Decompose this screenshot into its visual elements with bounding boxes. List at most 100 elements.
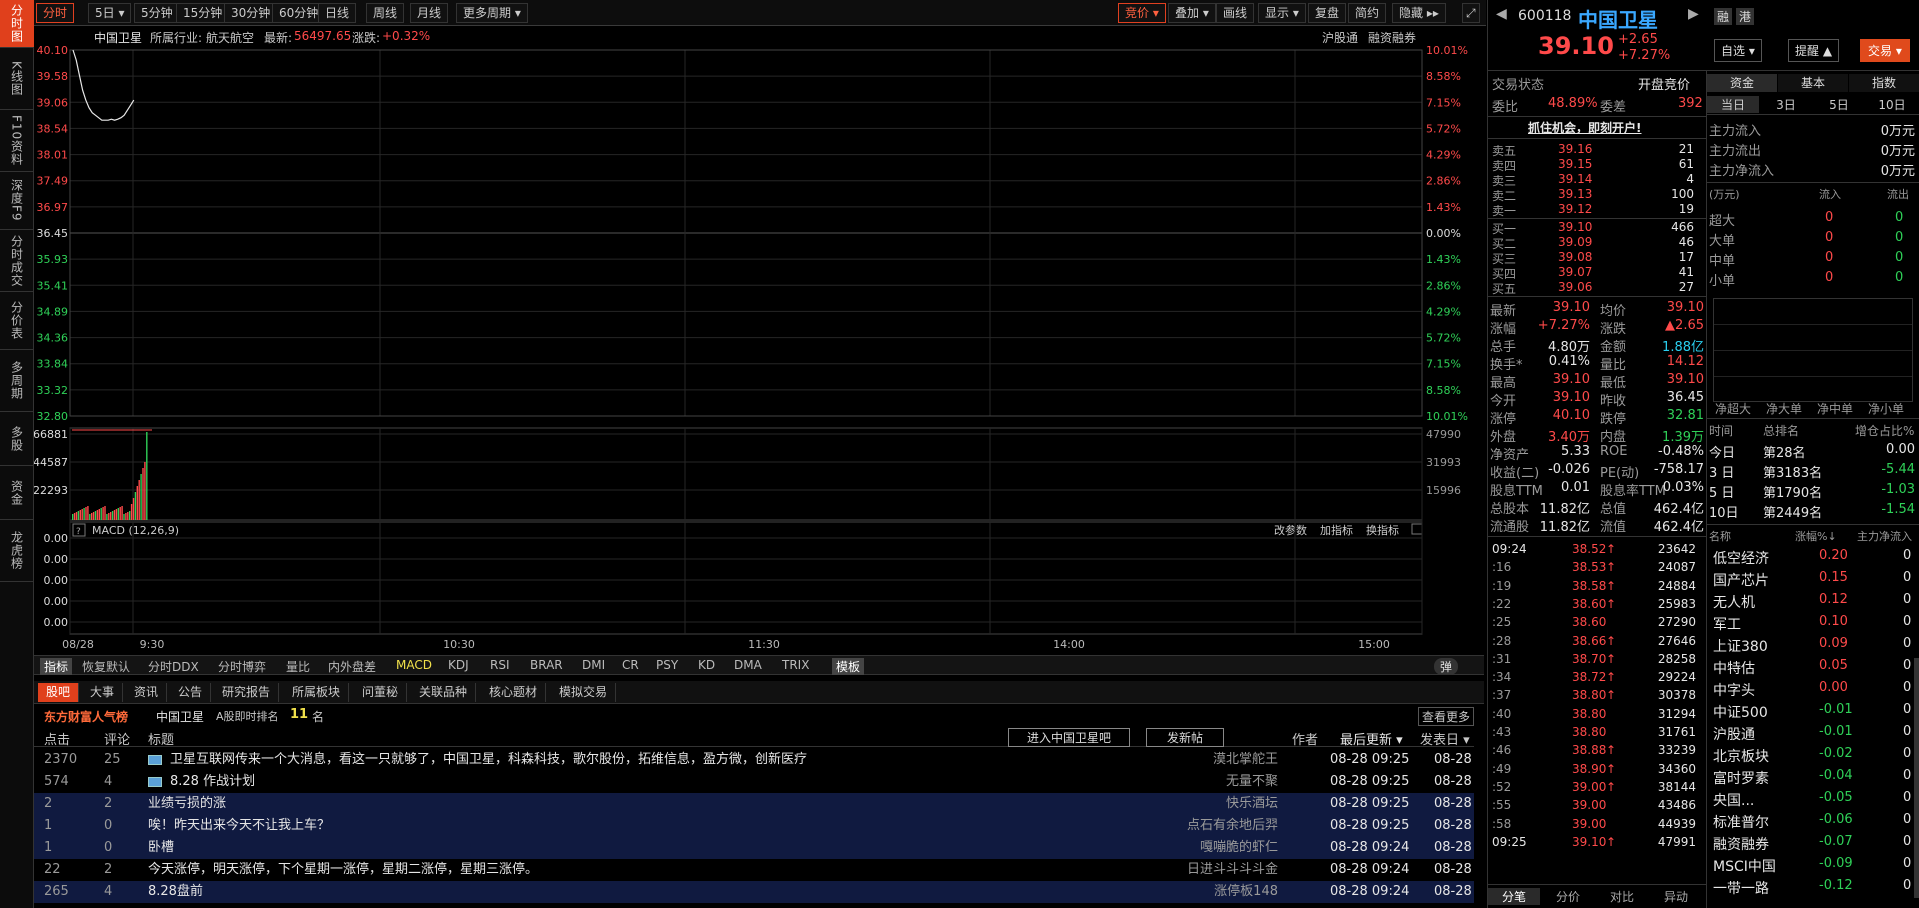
left-tab-1[interactable]: K线图 <box>0 48 34 110</box>
indicator-16[interactable]: 模板 <box>832 658 865 675</box>
news-tab-8[interactable]: 核心题材 <box>481 683 547 702</box>
news-title[interactable]: 卧槽 <box>148 837 174 859</box>
tick-tab-3[interactable]: 异动 <box>1650 888 1702 905</box>
indicator-2[interactable]: 分时DDX <box>148 658 199 675</box>
news-title[interactable]: 唉！昨天出来今天不让我上车？ <box>148 815 330 837</box>
toolbar-item-1[interactable]: 5日 ▾ <box>88 3 132 23</box>
toolbar-right-item-0[interactable]: 竞价 ▾ <box>1118 3 1166 23</box>
left-tab-2[interactable]: F10资料 <box>0 110 34 172</box>
left-tab-0[interactable]: 分时图 <box>0 0 34 48</box>
fund-tab-2[interactable]: 指数 <box>1849 74 1919 92</box>
left-tab-6[interactable]: 多周期 <box>0 350 34 412</box>
macd-close-icon[interactable] <box>1411 523 1423 535</box>
tick-tab-2[interactable]: 对比 <box>1596 888 1648 905</box>
news-tab-4[interactable]: 研究报告 <box>214 683 280 702</box>
indicator-3[interactable]: 分时博弈 <box>218 658 266 675</box>
news-author[interactable]: 点石有余地后羿 <box>1187 815 1278 837</box>
indicator-1[interactable]: 恢复默认 <box>82 658 130 675</box>
intraday-chart[interactable]: 40.10 10.01% 39.58 8.58% 39.06 7.15% 38.54 5.72… <box>34 44 1484 656</box>
news-tab-6[interactable]: 问董秘 <box>354 683 408 702</box>
news-author[interactable]: 嘎嘣脆的虾仁 <box>1200 837 1278 859</box>
news-title[interactable]: 业绩亏损的涨 <box>148 793 226 815</box>
news-title[interactable]: 今天涨停，明天涨停，下个星期一涨停，星期二涨停，星期三涨停。 <box>148 859 538 881</box>
open-account-promo[interactable]: 抓住机会，即刻开户! <box>1528 119 1641 136</box>
left-tab-8[interactable]: 资金 <box>0 466 34 520</box>
news-title[interactable]: 卫星互联网传来一个大消息，看这一只就够了，中国卫星，科森科技，歌尔股份，拓维信息… <box>170 749 807 771</box>
sector-name[interactable]: 低空经济 <box>1713 548 1769 568</box>
toolbar-item-8[interactable]: 月线 <box>410 3 449 23</box>
sector-name[interactable]: 国产芯片 <box>1713 570 1769 590</box>
indicator-12[interactable]: PSY <box>656 658 678 672</box>
col-posted[interactable]: 发表日 ▾ <box>1420 729 1470 748</box>
news-tab-7[interactable]: 关联品种 <box>411 683 477 702</box>
left-tab-7[interactable]: 多股 <box>0 412 34 466</box>
popup-toggle[interactable]: 弹 <box>1434 658 1459 675</box>
toolbar-right-item-2[interactable]: 画线 <box>1216 3 1255 23</box>
fund-subtab-0[interactable]: 当日 <box>1707 96 1759 113</box>
toolbar-right-item-1[interactable]: 叠加 ▾ <box>1168 3 1216 23</box>
sector-name[interactable]: 富时罗素 <box>1713 768 1769 788</box>
enter-forum-button[interactable]: 进入中国卫星吧 <box>1008 728 1131 747</box>
toolbar-right-item-5[interactable]: 简约 <box>1348 3 1387 23</box>
sector-name[interactable]: 军工 <box>1713 614 1741 634</box>
macd-link-0[interactable]: 改参数 <box>1274 523 1307 537</box>
indicator-9[interactable]: BRAR <box>530 658 563 672</box>
news-tab-5[interactable]: 所属板块 <box>284 683 350 702</box>
alert-button[interactable]: 提醒 ▲ <box>1788 39 1840 62</box>
macd-link-1[interactable]: 加指标 <box>1320 523 1353 537</box>
news-row[interactable]: 265 4 8.28盘前 涨停板148 08-28 09:24 08-28 <box>34 881 1474 903</box>
toolbar-item-2[interactable]: 5分钟 <box>134 3 180 23</box>
fund-tab-1[interactable]: 基本 <box>1778 74 1848 92</box>
indicator-7[interactable]: KDJ <box>448 658 469 672</box>
indicator-0[interactable]: 指标 <box>40 658 73 675</box>
tick-tab-1[interactable]: 分价 <box>1542 888 1594 905</box>
toolbar-right-item-3[interactable]: 显示 ▾ <box>1258 3 1306 23</box>
trade-button[interactable]: 交易 ▾ <box>1860 39 1910 62</box>
news-title[interactable]: 8.28盘前 <box>148 881 203 903</box>
news-author[interactable]: 无量不聚 <box>1226 771 1278 793</box>
news-tab-1[interactable]: 大事 <box>82 683 124 702</box>
indicator-4[interactable]: 量比 <box>286 658 310 675</box>
indicator-13[interactable]: KD <box>698 658 715 672</box>
sector-name[interactable]: 中字头 <box>1713 680 1755 700</box>
news-row[interactable]: 22 2 今天涨停，明天涨停，下个星期一涨停，星期二涨停，星期三涨停。 日进斗斗斗斗金… <box>34 859 1474 881</box>
indicator-6[interactable]: MACD <box>396 658 432 672</box>
toolbar-right-item-4[interactable]: 复盘 <box>1308 3 1347 23</box>
sector-name[interactable]: 沪股通 <box>1713 724 1755 744</box>
news-author[interactable]: 日进斗斗斗斗金 <box>1187 859 1278 881</box>
news-tab-3[interactable]: 公告 <box>170 683 212 702</box>
indicator-5[interactable]: 内外盘差 <box>328 658 376 675</box>
news-author[interactable]: 漠北掌舵王 <box>1213 749 1278 771</box>
next-stock-icon[interactable]: ▶ <box>1688 6 1699 22</box>
news-author[interactable]: 快乐酒坛 <box>1226 793 1278 815</box>
sector-scrollbar[interactable] <box>1914 658 1919 898</box>
sector-name[interactable]: 一带一路 <box>1713 878 1769 898</box>
left-tab-5[interactable]: 分价表 <box>0 292 34 350</box>
indicator-11[interactable]: CR <box>622 658 639 672</box>
toolbar-item-9[interactable]: 更多周期 ▾ <box>456 3 528 23</box>
sector-name[interactable]: 融资融券 <box>1713 834 1769 854</box>
news-tab-9[interactable]: 模拟交易 <box>551 683 617 702</box>
news-tab-2[interactable]: 资讯 <box>126 683 168 702</box>
toolbar-item-0[interactable]: 分时 <box>36 3 75 23</box>
fund-subtab-1[interactable]: 3日 <box>1760 96 1812 113</box>
col-updated[interactable]: 最后更新 ▾ <box>1340 729 1403 748</box>
indicator-10[interactable]: DMI <box>582 658 605 672</box>
toolbar-right-item-6[interactable]: 隐藏 ▸▸ <box>1392 3 1446 23</box>
news-row[interactable]: 1 0 卧槽 嘎嘣脆的虾仁 08-28 09:24 08-28 <box>34 837 1474 859</box>
left-tab-9[interactable]: 龙虎榜 <box>0 520 34 582</box>
news-tab-0[interactable]: 股吧 <box>38 683 80 702</box>
left-tab-3[interactable]: 深度F9 <box>0 172 34 230</box>
add-watchlist-button[interactable]: 自选 ▾ <box>1714 39 1762 62</box>
news-title[interactable]: 8.28 作战计划 <box>170 771 255 793</box>
fund-tab-0[interactable]: 资金 <box>1707 74 1777 92</box>
sector-name[interactable]: 上证380 <box>1713 636 1768 656</box>
indicator-14[interactable]: DMA <box>734 658 762 672</box>
prev-stock-icon[interactable]: ◀ <box>1496 6 1507 22</box>
indicator-15[interactable]: TRIX <box>782 658 809 672</box>
news-row[interactable]: 574 4 8.28 作战计划 无量不聚 08-28 09:25 08-28 <box>34 771 1474 793</box>
fund-subtab-2[interactable]: 5日 <box>1813 96 1865 113</box>
toolbar-item-4[interactable]: 30分钟 <box>224 3 278 23</box>
tick-tab-0[interactable]: 分笔 <box>1488 888 1540 905</box>
sector-name[interactable]: 北京板块 <box>1713 746 1769 766</box>
